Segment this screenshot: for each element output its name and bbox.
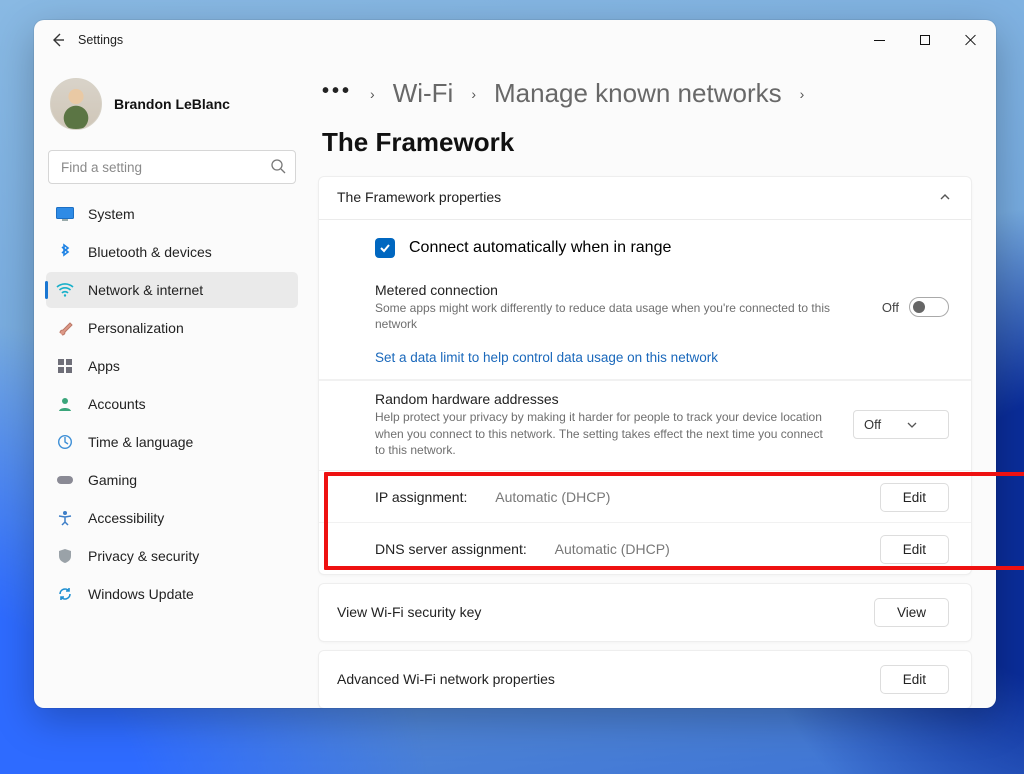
view-security-key-button[interactable]: View (874, 598, 949, 627)
select-value: Off (864, 417, 881, 432)
security-key-label: View Wi-Fi security key (337, 604, 481, 620)
breadcrumb-current: The Framework (322, 127, 514, 158)
sidebar-item-time-language[interactable]: Time & language (46, 424, 298, 460)
advanced-edit-button[interactable]: Edit (880, 665, 949, 694)
sidebar-item-label: Apps (88, 358, 120, 374)
nav-list: System Bluetooth & devices Network & int… (44, 196, 300, 612)
properties-panel: The Framework properties Connect automat… (318, 176, 972, 575)
close-button[interactable] (948, 21, 994, 59)
checkbox-checked-icon[interactable] (375, 238, 395, 258)
ip-edit-button[interactable]: Edit (880, 483, 949, 512)
wifi-icon (56, 281, 74, 299)
shield-icon (56, 547, 74, 565)
window-title: Settings (78, 33, 123, 47)
panel-header[interactable]: The Framework properties (319, 177, 971, 219)
dns-row: DNS server assignment: Automatic (DHCP) … (319, 522, 971, 574)
data-limit-link[interactable]: Set a data limit to help control data us… (319, 344, 971, 380)
search-input[interactable] (48, 150, 296, 184)
profile[interactable]: Brandon LeBlanc (44, 78, 300, 130)
sidebar-item-label: Gaming (88, 472, 137, 488)
profile-name: Brandon LeBlanc (114, 96, 230, 112)
breadcrumb: ••• › Wi-Fi › Manage known networks › Th… (314, 78, 972, 158)
auto-connect-row[interactable]: Connect automatically when in range (319, 219, 971, 272)
sidebar-item-gaming[interactable]: Gaming (46, 462, 298, 498)
toggle-state: Off (882, 300, 899, 315)
sidebar-item-windows-update[interactable]: Windows Update (46, 576, 298, 612)
sidebar-item-network[interactable]: Network & internet (46, 272, 298, 308)
back-button[interactable] (38, 20, 78, 60)
view-security-key-card: View Wi-Fi security key View (318, 583, 972, 642)
bluetooth-icon (56, 243, 74, 261)
display-icon (56, 205, 74, 223)
maximize-button[interactable] (902, 21, 948, 59)
sidebar-item-label: Windows Update (88, 586, 194, 602)
sidebar-item-system[interactable]: System (46, 196, 298, 232)
random-hw-desc: Help protect your privacy by making it h… (375, 409, 833, 458)
panel-title: The Framework properties (337, 189, 501, 205)
metered-desc: Some apps might work differently to redu… (375, 300, 862, 332)
sidebar: Brandon LeBlanc System Bluetooth & devic… (34, 60, 310, 708)
metered-row: Metered connection Some apps might work … (319, 272, 971, 344)
chevron-up-icon (937, 189, 953, 205)
ip-row: IP assignment: Automatic (DHCP) Edit (319, 470, 971, 522)
chevron-right-icon: › (471, 86, 476, 102)
brush-icon (56, 319, 74, 337)
sidebar-item-label: Bluetooth & devices (88, 244, 212, 260)
avatar (50, 78, 102, 130)
dns-label: DNS server assignment: (375, 541, 527, 557)
sidebar-item-label: Accounts (88, 396, 146, 412)
sidebar-item-apps[interactable]: Apps (46, 348, 298, 384)
breadcrumb-manage-known[interactable]: Manage known networks (494, 78, 782, 109)
person-icon (56, 395, 74, 413)
dns-edit-button[interactable]: Edit (880, 535, 949, 564)
sync-icon (56, 585, 74, 603)
accessibility-icon (56, 509, 74, 527)
random-hw-select[interactable]: Off (853, 410, 949, 439)
toggle-switch-icon (909, 297, 949, 317)
sidebar-item-privacy[interactable]: Privacy & security (46, 538, 298, 574)
chevron-down-icon (907, 420, 917, 430)
titlebar: Settings (34, 20, 996, 60)
sidebar-item-label: Accessibility (88, 510, 164, 526)
main-content: ••• › Wi-Fi › Manage known networks › Th… (310, 60, 996, 708)
advanced-label: Advanced Wi-Fi network properties (337, 671, 555, 687)
sidebar-item-bluetooth[interactable]: Bluetooth & devices (46, 234, 298, 270)
sidebar-item-label: System (88, 206, 135, 222)
breadcrumb-more[interactable]: ••• (322, 80, 352, 108)
random-hw-row: Random hardware addresses Help protect y… (319, 380, 971, 470)
auto-connect-label: Connect automatically when in range (409, 239, 671, 257)
dns-value: Automatic (DHCP) (555, 541, 670, 557)
breadcrumb-wifi[interactable]: Wi-Fi (393, 78, 454, 109)
gamepad-icon (56, 471, 74, 489)
sidebar-item-personalization[interactable]: Personalization (46, 310, 298, 346)
apps-icon (56, 357, 74, 375)
arrow-left-icon (50, 32, 66, 48)
sidebar-item-label: Personalization (88, 320, 184, 336)
sidebar-item-label: Network & internet (88, 282, 203, 298)
random-hw-title: Random hardware addresses (375, 391, 833, 407)
globe-clock-icon (56, 433, 74, 451)
metered-toggle[interactable]: Off (882, 297, 949, 317)
ip-value: Automatic (DHCP) (495, 489, 610, 505)
chevron-right-icon: › (800, 86, 805, 102)
metered-title: Metered connection (375, 282, 862, 298)
sidebar-item-label: Time & language (88, 434, 193, 450)
sidebar-item-label: Privacy & security (88, 548, 199, 564)
sidebar-item-accounts[interactable]: Accounts (46, 386, 298, 422)
chevron-right-icon: › (370, 86, 375, 102)
advanced-properties-card: Advanced Wi-Fi network properties Edit (318, 650, 972, 708)
ip-label: IP assignment: (375, 489, 467, 505)
sidebar-item-accessibility[interactable]: Accessibility (46, 500, 298, 536)
minimize-button[interactable] (856, 21, 902, 59)
